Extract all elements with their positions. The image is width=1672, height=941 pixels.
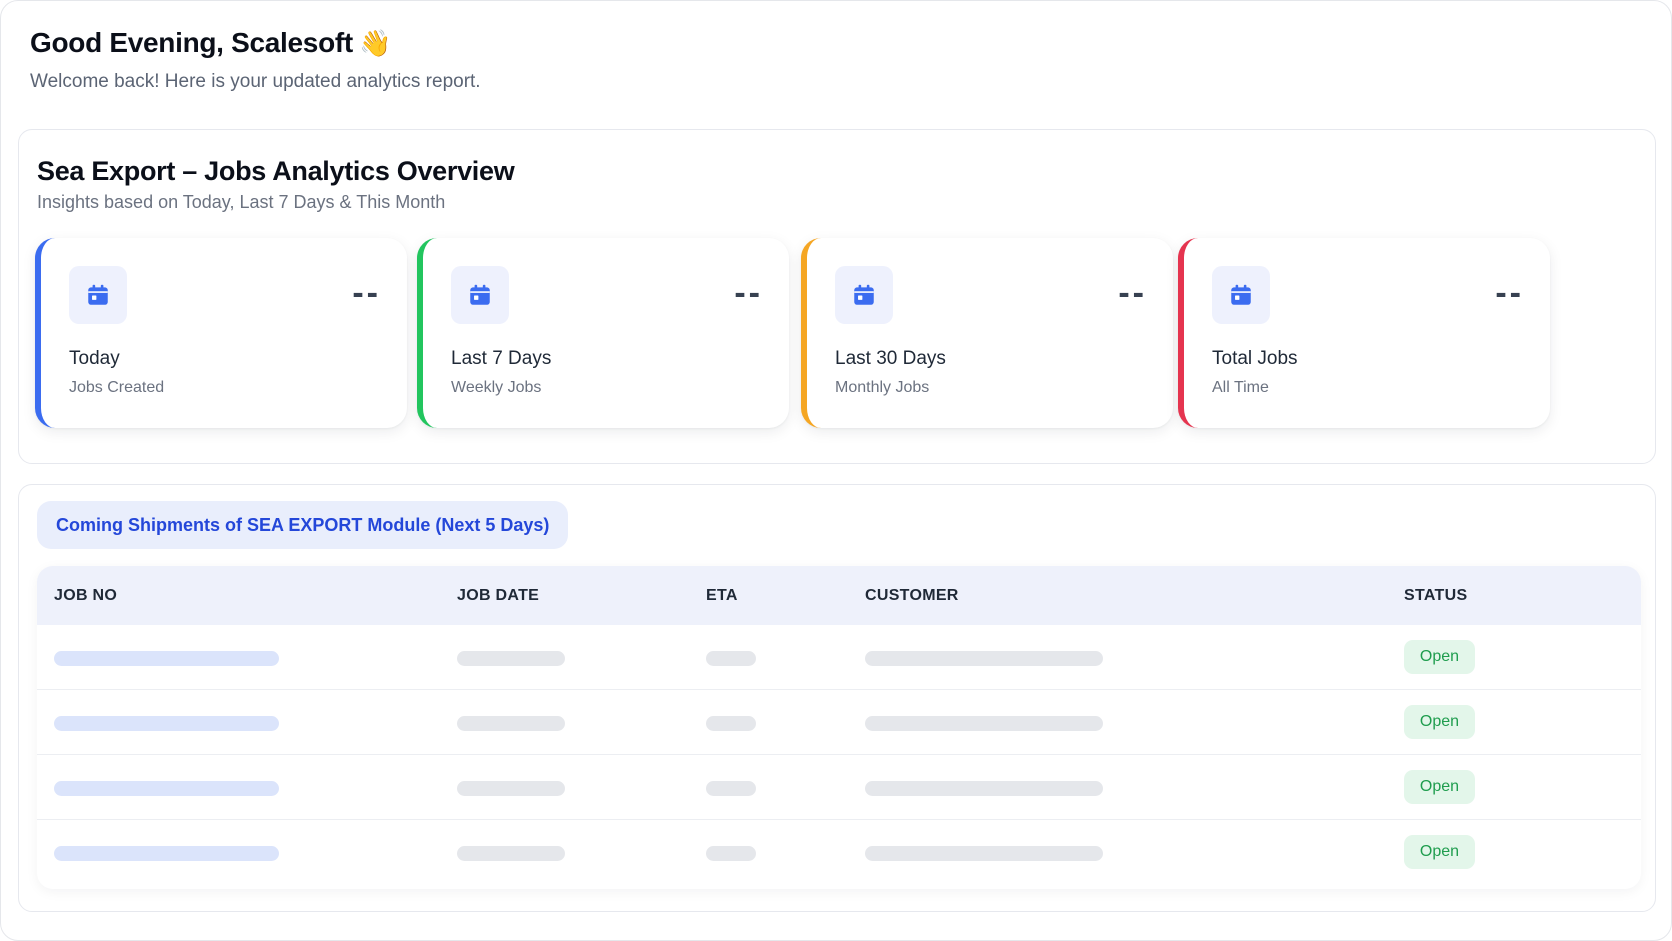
stat-card-last-30-days[interactable]: -- Last 30 Days Monthly Jobs bbox=[801, 238, 1173, 428]
customer-placeholder bbox=[865, 781, 1103, 796]
stat-card-today[interactable]: -- Today Jobs Created bbox=[35, 238, 407, 428]
job-no-placeholder bbox=[54, 716, 279, 731]
status-badge: Open bbox=[1404, 835, 1475, 869]
column-header-status[interactable]: STATUS bbox=[1404, 587, 1467, 605]
eta-placeholder bbox=[706, 651, 756, 666]
customer-placeholder bbox=[865, 651, 1103, 666]
status-badge: Open bbox=[1404, 640, 1475, 674]
stat-description: Weekly Jobs bbox=[451, 379, 542, 396]
calendar-icon bbox=[451, 266, 509, 324]
shipments-table: JOB NO JOB DATE ETA CUSTOMER STATUS Open… bbox=[37, 566, 1641, 889]
upcoming-shipments-panel: Coming Shipments of SEA EXPORT Module (N… bbox=[18, 484, 1656, 912]
table-row[interactable]: Open bbox=[37, 820, 1641, 885]
customer-placeholder bbox=[865, 846, 1103, 861]
shipments-title-tab[interactable]: Coming Shipments of SEA EXPORT Module (N… bbox=[37, 501, 569, 549]
stat-label: Last 7 Days bbox=[451, 348, 552, 369]
column-header-job-no[interactable]: JOB NO bbox=[54, 587, 117, 605]
table-row[interactable]: Open bbox=[37, 755, 1641, 820]
overview-subtitle: Insights based on Today, Last 7 Days & T… bbox=[37, 192, 446, 212]
eta-placeholder bbox=[706, 846, 756, 861]
overview-title: Sea Export – Jobs Analytics Overview bbox=[37, 156, 515, 186]
job-date-placeholder bbox=[457, 651, 565, 666]
table-row[interactable]: Open bbox=[37, 690, 1641, 755]
status-badge: Open bbox=[1404, 770, 1475, 804]
stat-card-last-7-days[interactable]: -- Last 7 Days Weekly Jobs bbox=[417, 238, 789, 428]
stat-description: Jobs Created bbox=[69, 379, 165, 396]
stat-label: Total Jobs bbox=[1212, 348, 1298, 369]
customer-placeholder bbox=[865, 716, 1103, 731]
job-date-placeholder bbox=[457, 781, 565, 796]
stat-value: -- bbox=[1495, 274, 1524, 312]
job-date-placeholder bbox=[457, 716, 565, 731]
stat-description: Monthly Jobs bbox=[835, 379, 930, 396]
eta-placeholder bbox=[706, 716, 756, 731]
table-row[interactable]: Open bbox=[37, 625, 1641, 690]
stat-label: Today bbox=[69, 348, 120, 369]
greeting-title: Good Evening, Scalesoft 👋 bbox=[30, 27, 392, 58]
calendar-icon bbox=[835, 266, 893, 324]
stat-description: All Time bbox=[1212, 379, 1269, 396]
stat-value: -- bbox=[352, 274, 381, 312]
status-badge: Open bbox=[1404, 705, 1475, 739]
column-header-eta[interactable]: ETA bbox=[706, 587, 738, 605]
calendar-icon bbox=[1212, 266, 1270, 324]
stat-value: -- bbox=[734, 274, 763, 312]
stat-value: -- bbox=[1118, 274, 1147, 312]
calendar-icon bbox=[69, 266, 127, 324]
waving-hand-icon: 👋 bbox=[358, 28, 392, 58]
column-header-job-date[interactable]: JOB DATE bbox=[457, 587, 539, 605]
job-date-placeholder bbox=[457, 846, 565, 861]
job-no-placeholder bbox=[54, 846, 279, 861]
eta-placeholder bbox=[706, 781, 756, 796]
job-no-placeholder bbox=[54, 651, 279, 666]
greeting-subtitle: Welcome back! Here is your updated analy… bbox=[30, 71, 481, 92]
table-header: JOB NO JOB DATE ETA CUSTOMER STATUS bbox=[37, 566, 1641, 625]
greeting-header: Good Evening, Scalesoft 👋 Welcome back! H… bbox=[30, 27, 481, 93]
dashboard-frame: Good Evening, Scalesoft 👋 Welcome back! H… bbox=[0, 0, 1672, 941]
column-header-customer[interactable]: CUSTOMER bbox=[865, 587, 959, 605]
analytics-overview-panel: Sea Export – Jobs Analytics Overview Ins… bbox=[18, 129, 1656, 464]
stat-card-total-jobs[interactable]: -- Total Jobs All Time bbox=[1178, 238, 1550, 428]
job-no-placeholder bbox=[54, 781, 279, 796]
stat-label: Last 30 Days bbox=[835, 348, 946, 369]
